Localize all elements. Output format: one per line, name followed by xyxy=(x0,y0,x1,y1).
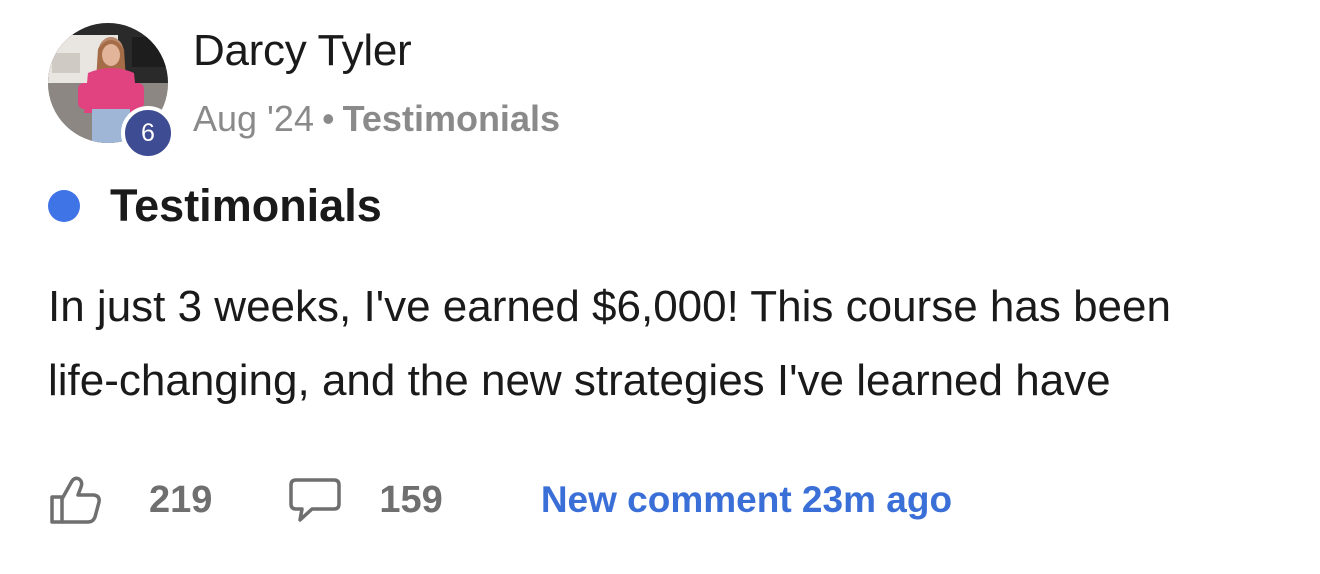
new-comment-link[interactable]: New comment 23m ago xyxy=(541,479,952,521)
category-title: Testimonials xyxy=(110,180,382,231)
post-date: Aug '24 xyxy=(193,98,314,139)
meta-category-link[interactable]: Testimonials xyxy=(343,98,560,139)
author-name[interactable]: Darcy Tyler xyxy=(193,26,412,76)
comment-count: 159 xyxy=(379,478,443,521)
post-card: 6 Darcy Tyler Aug '24 • Testimonials Testi… xyxy=(0,0,1320,574)
post-body-line: life-changing, and the new strategies I'… xyxy=(48,356,1111,405)
post-body-line: In just 3 weeks, I've earned $6,000! Thi… xyxy=(48,282,1171,331)
level-badge: 6 xyxy=(121,106,175,160)
category-row: Testimonials xyxy=(48,178,382,234)
author-avatar-container[interactable]: 6 xyxy=(48,23,175,160)
post-body[interactable]: In just 3 weeks, I've earned $6,000! Thi… xyxy=(48,270,1278,418)
category-dot-icon xyxy=(48,190,80,222)
post-meta: Aug '24 • Testimonials xyxy=(193,98,560,140)
comment-button[interactable]: 159 xyxy=(288,476,443,524)
meta-separator: • xyxy=(321,98,335,139)
comment-bubble-icon[interactable] xyxy=(288,476,342,524)
like-button[interactable]: 219 xyxy=(48,475,212,525)
like-count: 219 xyxy=(149,478,213,521)
post-footer: 219 159 New comment 23m ago xyxy=(48,470,952,530)
thumbs-up-icon[interactable] xyxy=(48,475,102,525)
